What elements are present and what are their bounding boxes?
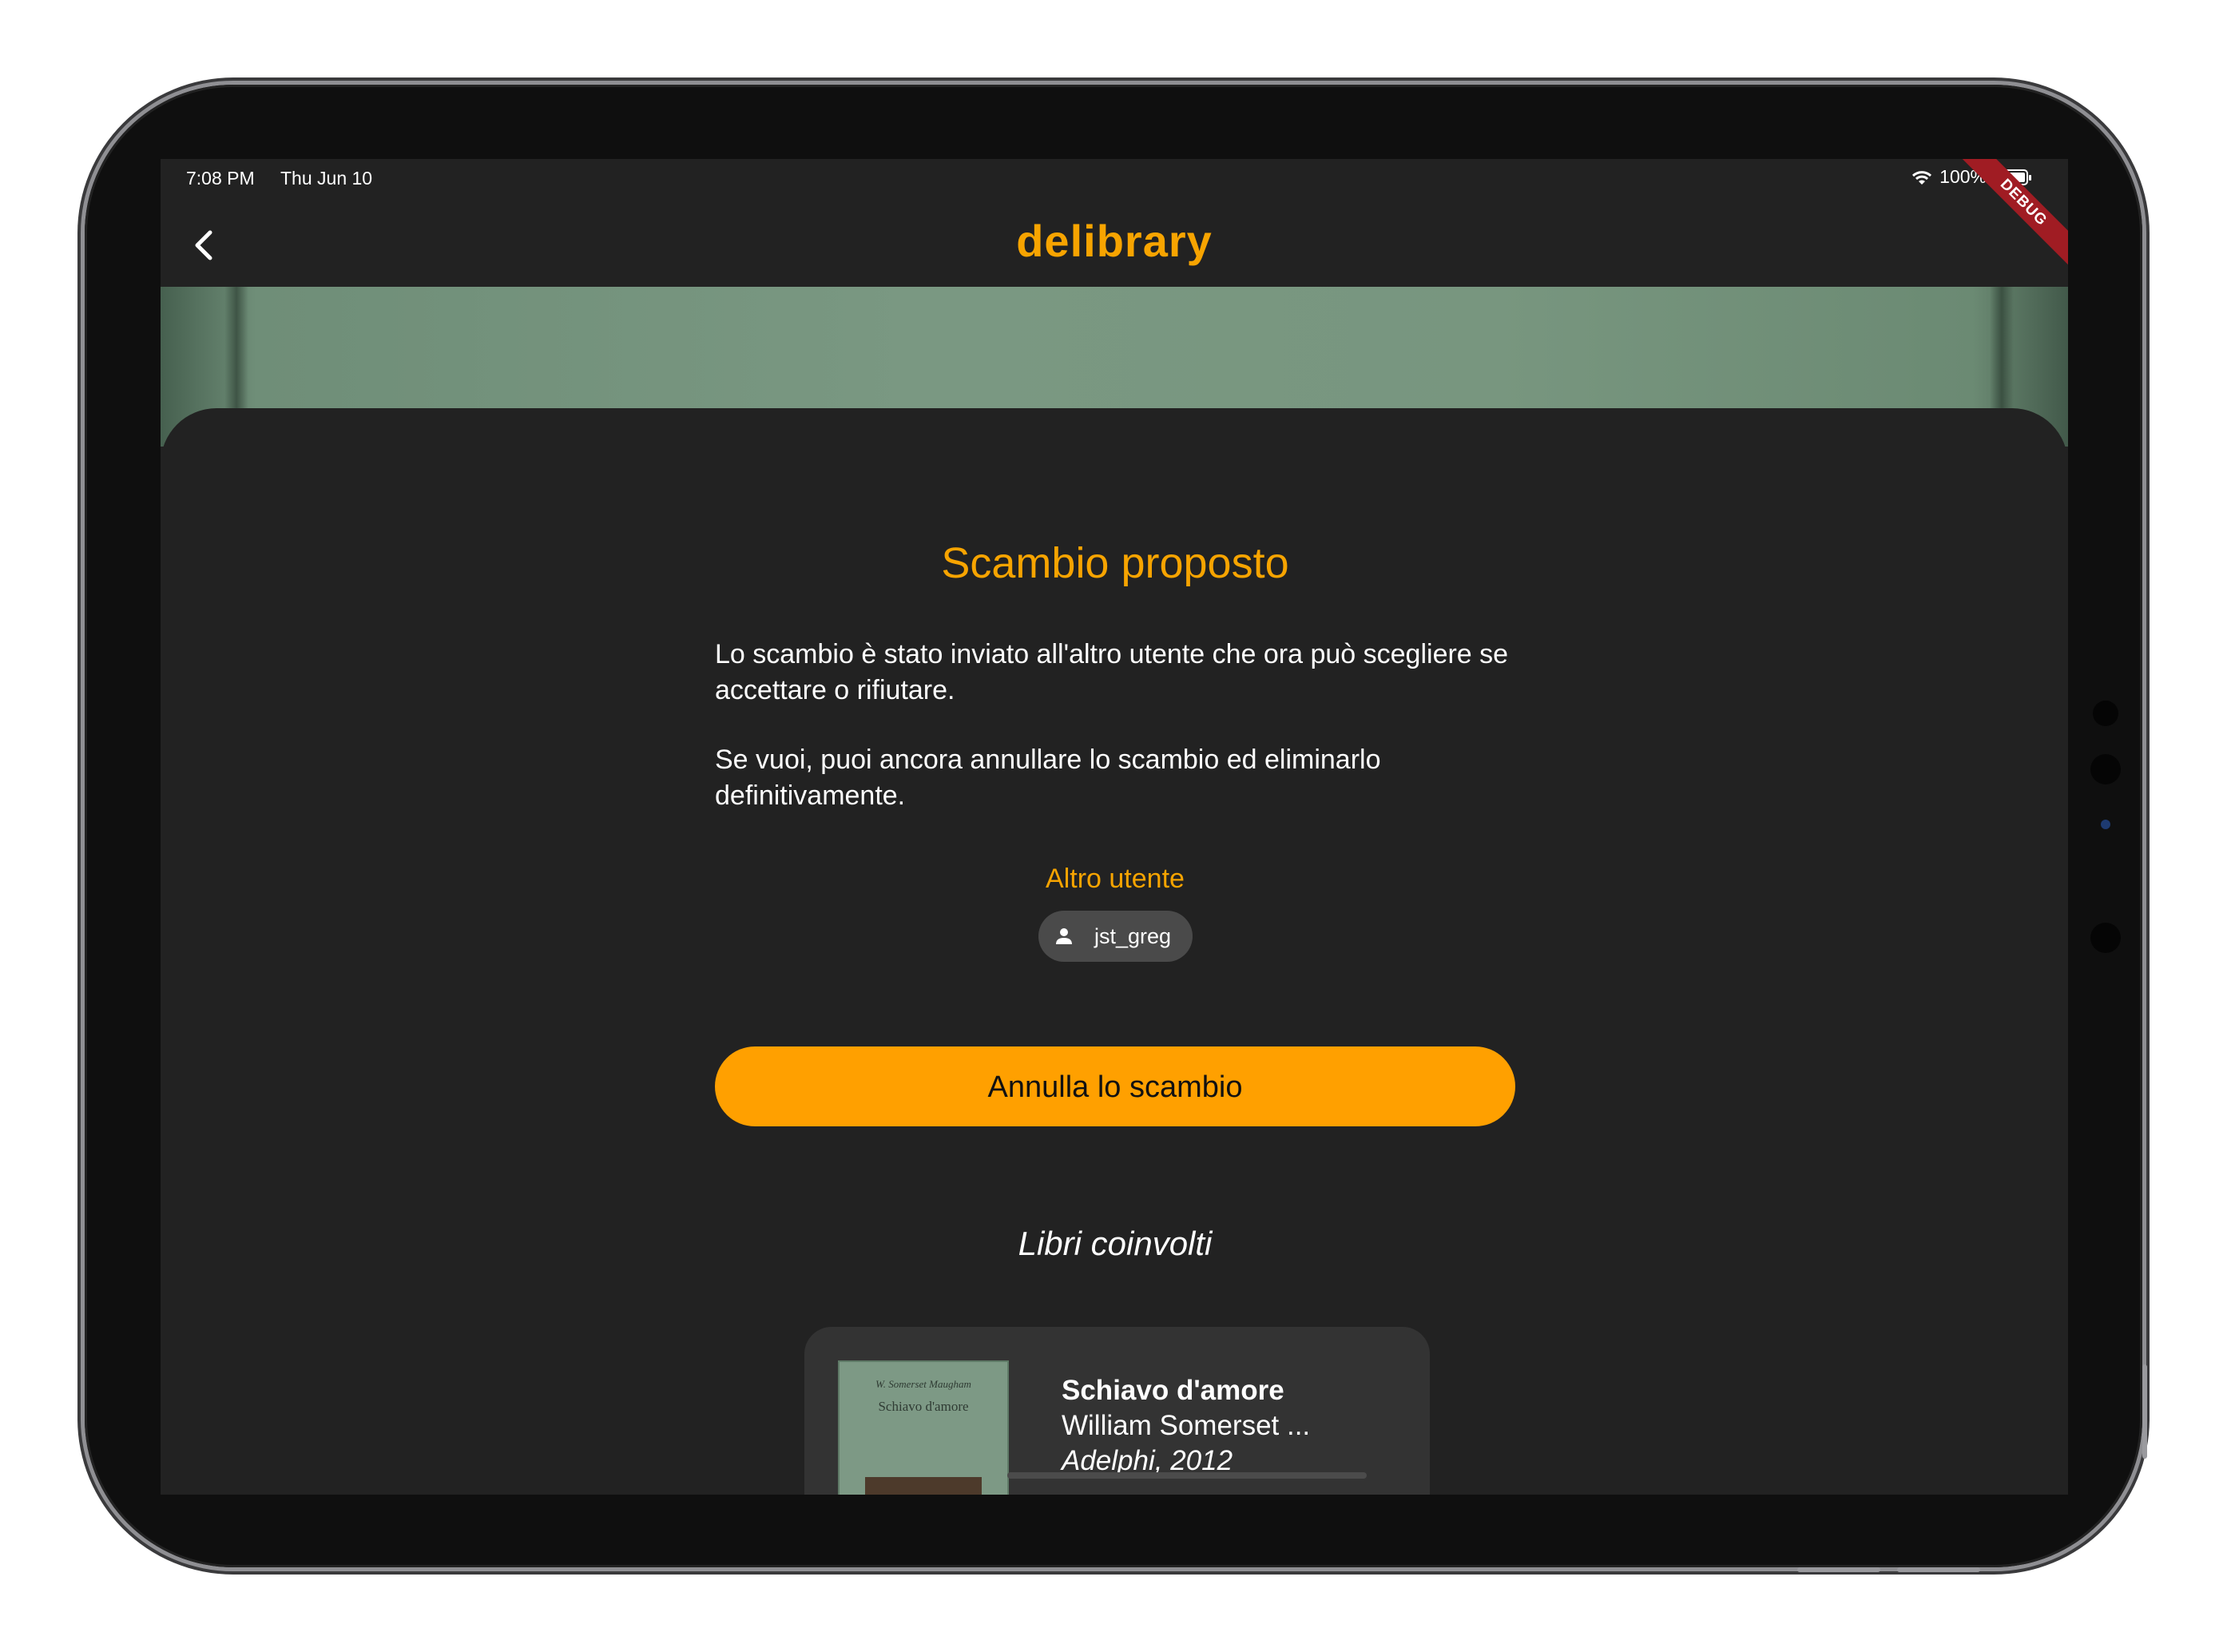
bottom-button-2: [1897, 1567, 1980, 1572]
home-indicator: [1007, 1472, 1367, 1479]
bottom-button-1: [1797, 1567, 1880, 1572]
app-title: delibrary: [1016, 216, 1213, 266]
camera-dot: [2090, 754, 2121, 784]
book-title: Schiavo d'amore: [1062, 1375, 1284, 1406]
user-chip[interactable]: jst_greg: [1038, 911, 1193, 962]
description-text: Lo scambio è stato inviato all'altro ute…: [715, 639, 1509, 705]
wifi-icon: [1912, 170, 1932, 185]
status-time: 7:08 PM: [186, 168, 255, 189]
description-text-secondary: Se vuoi, puoi ancora annullare lo scambi…: [715, 745, 1381, 811]
page-title: Scambio proposto: [941, 539, 1289, 587]
app-screen: 7:08 PM Thu Jun 10 100% DEBUG delibrary …: [161, 159, 2068, 1495]
book-card[interactable]: W. Somerset Maugham Schiavo d'amore Schi…: [804, 1327, 1430, 1495]
content-card: Scambio proposto Lo scambio è stato invi…: [161, 408, 2068, 1495]
camera-dot: [2090, 923, 2121, 953]
cover-title: Schiavo d'amore: [878, 1399, 969, 1414]
camera-lens: [2101, 820, 2110, 829]
other-user-label: Altro utente: [1046, 864, 1185, 894]
status-bar: 7:08 PM Thu Jun 10 100% DEBUG: [161, 159, 2068, 274]
cover-illustration: [865, 1477, 982, 1495]
status-date: Thu Jun 10: [280, 168, 373, 189]
user-name: jst_greg: [1094, 923, 1172, 948]
app-bar: delibrary: [161, 201, 2068, 287]
book-author: William Somerset ...: [1062, 1410, 1311, 1441]
cancel-exchange-button[interactable]: Annulla lo scambio: [715, 1046, 1515, 1126]
person-icon: [1056, 928, 1072, 944]
book-cover: W. Somerset Maugham Schiavo d'amore: [838, 1360, 1009, 1495]
cover-author: W. Somerset Maugham: [875, 1378, 971, 1390]
volume-button: [2142, 1364, 2147, 1459]
camera-dot: [2093, 701, 2118, 726]
books-heading: Libri coinvolti: [1018, 1225, 1213, 1262]
